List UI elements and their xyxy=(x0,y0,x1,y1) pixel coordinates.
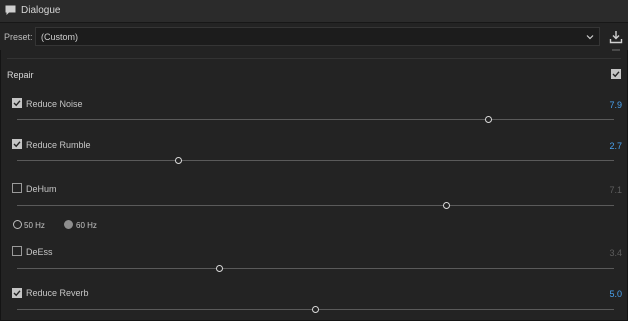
section-title-repair: Repair xyxy=(7,70,34,80)
panel-title: Dialogue xyxy=(21,5,61,16)
dehum-slider-track[interactable] xyxy=(17,205,614,206)
repair-enable-checkbox[interactable] xyxy=(611,69,621,79)
save-preset-icon[interactable] xyxy=(609,30,623,44)
reduce-rumble-label: Reduce Rumble xyxy=(26,140,91,150)
reduce-rumble-value[interactable]: 2.7 xyxy=(609,141,622,151)
dehum-60hz-label: 60 Hz xyxy=(76,221,97,230)
dehum-50hz-radio[interactable] xyxy=(13,220,22,229)
reduce-noise-checkbox[interactable] xyxy=(12,98,22,108)
deess-label: DeEss xyxy=(26,247,53,257)
deess-value[interactable]: 3.4 xyxy=(609,248,622,258)
reduce-reverb-slider-thumb[interactable] xyxy=(312,306,319,313)
reduce-reverb-checkbox[interactable] xyxy=(12,288,22,298)
section-divider xyxy=(7,58,621,59)
panel-title-bar: Dialogue xyxy=(0,0,628,23)
reduce-noise-value[interactable]: 7.9 xyxy=(609,100,622,110)
deess-checkbox[interactable] xyxy=(12,246,22,256)
reduce-noise-slider-track[interactable] xyxy=(17,119,614,120)
deess-slider-track[interactable] xyxy=(17,268,614,269)
reduce-reverb-value[interactable]: 5.0 xyxy=(609,289,622,299)
reduce-rumble-slider-thumb[interactable] xyxy=(174,157,182,164)
preset-dropdown[interactable]: (Custom) xyxy=(35,27,600,46)
reduce-rumble-slider-track[interactable] xyxy=(17,160,614,161)
preset-bar: Preset: (Custom) xyxy=(0,23,628,50)
dehum-checkbox[interactable] xyxy=(12,183,22,193)
reduce-rumble-checkbox[interactable] xyxy=(12,139,22,149)
chevron-down-icon xyxy=(586,35,594,40)
preset-label: Preset: xyxy=(4,32,33,42)
dehum-50hz-label: 50 Hz xyxy=(24,221,45,230)
reduce-noise-label: Reduce Noise xyxy=(26,99,83,109)
dehum-60hz-radio[interactable] xyxy=(64,220,73,229)
dehum-value[interactable]: 7.1 xyxy=(609,185,622,195)
preset-value: (Custom) xyxy=(41,32,79,42)
scroll-stub xyxy=(612,49,620,51)
dehum-label: DeHum xyxy=(26,184,57,194)
speech-bubble-icon xyxy=(5,5,16,15)
reduce-reverb-label: Reduce Reverb xyxy=(26,288,89,298)
